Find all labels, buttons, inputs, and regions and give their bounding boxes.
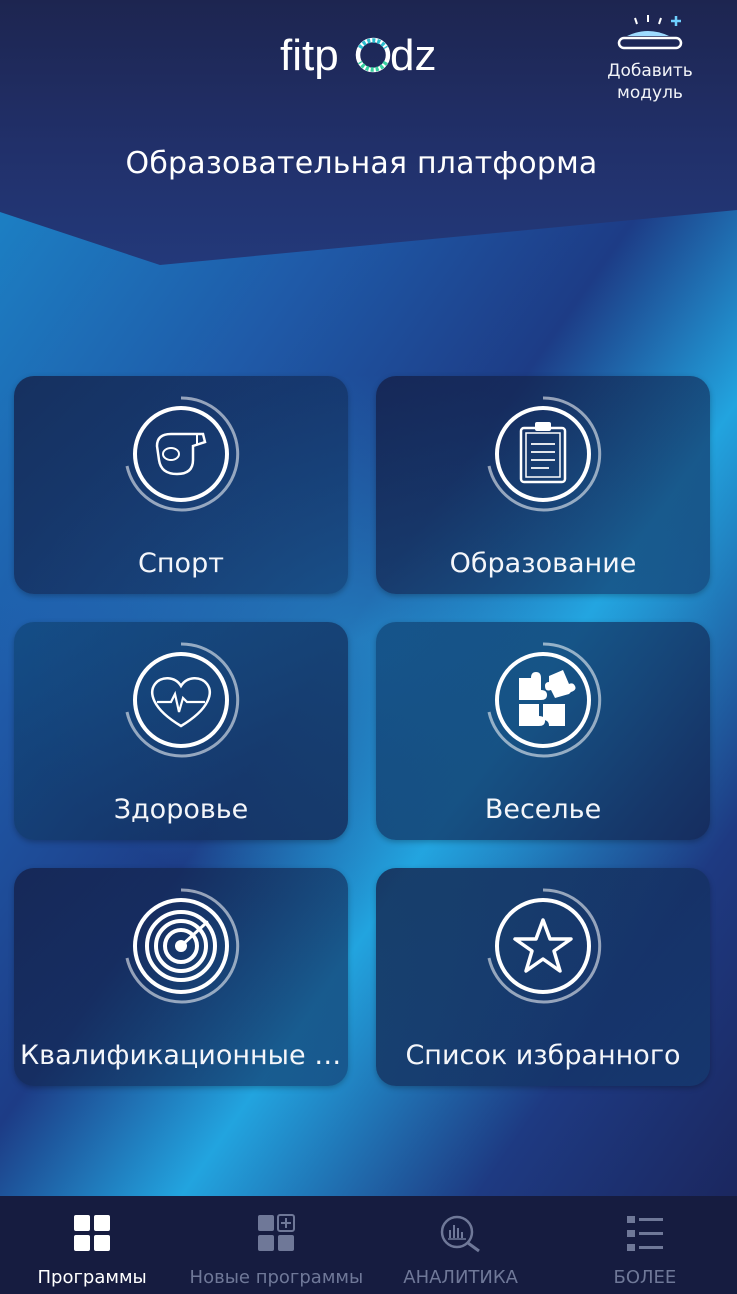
analytics-magnifier-icon: [440, 1215, 480, 1253]
add-module-button[interactable]: Добавить модуль: [600, 14, 700, 104]
tile-favorites[interactable]: Список избранного: [376, 868, 710, 1086]
page-title: Образовательная платформа: [125, 146, 598, 181]
tile-label: Спорт: [138, 548, 224, 579]
clipboard-icon: [487, 396, 602, 512]
tab-new-programs[interactable]: Новые программы: [184, 1196, 368, 1294]
bottom-tab-bar: Программы Новые программы АНАЛИТИКА БОЛЕ…: [0, 1196, 737, 1294]
add-module-label: Добавить модуль: [607, 61, 693, 103]
star-icon: [487, 888, 602, 1004]
list-icon: [626, 1216, 663, 1251]
tile-label: Образование: [449, 548, 637, 579]
grid-icon: [74, 1215, 111, 1251]
podz-plus-icon: [617, 15, 683, 50]
grid-plus-icon: [258, 1214, 296, 1251]
tile-label: Веселье: [484, 794, 602, 825]
tab-label: Программы: [37, 1267, 147, 1288]
tab-analytics[interactable]: АНАЛИТИКА: [369, 1196, 553, 1294]
svg-text:dz: dz: [390, 31, 436, 80]
tab-label: Новые программы: [189, 1267, 364, 1288]
tile-label: Здоровье: [113, 794, 249, 825]
tile-education[interactable]: Образование: [376, 376, 710, 594]
tile-health[interactable]: Здоровье: [14, 622, 348, 840]
svg-text:fitp: fitp: [280, 31, 339, 80]
heart-pulse-icon: [125, 642, 240, 758]
fitpodz-logo: fitp dz: [280, 26, 445, 84]
tab-label: БОЛЕЕ: [613, 1267, 677, 1288]
tile-fun[interactable]: Веселье: [376, 622, 710, 840]
tab-label: АНАЛИТИКА: [403, 1267, 518, 1288]
target-icon: [125, 888, 240, 1004]
tile-sport[interactable]: Спорт: [14, 376, 348, 594]
whistle-icon: [125, 396, 240, 512]
tab-more[interactable]: БОЛЕЕ: [553, 1196, 737, 1294]
tile-label: Список избранного: [405, 1040, 681, 1071]
puzzle-icon: [487, 642, 602, 758]
tab-programs[interactable]: Программы: [0, 1196, 184, 1294]
tile-label: Квалификационные т...: [20, 1040, 342, 1071]
tile-qualification[interactable]: Квалификационные т...: [14, 868, 348, 1086]
